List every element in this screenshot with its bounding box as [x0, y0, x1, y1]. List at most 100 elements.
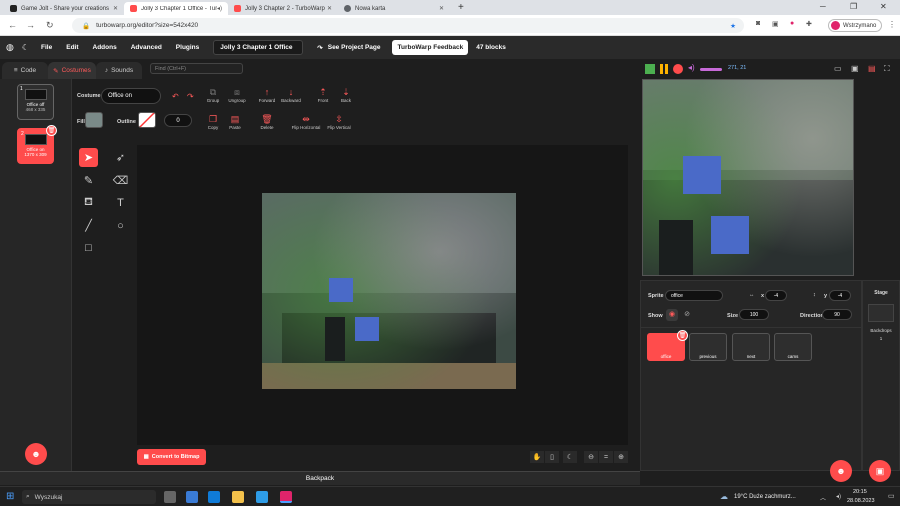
backward-button[interactable]: ↓ Backward — [276, 87, 306, 103]
forward-icon[interactable]: → — [26, 20, 35, 30]
puzzle-icon[interactable]: ✚ — [806, 20, 812, 28]
stage-thumbnail[interactable] — [868, 304, 894, 322]
flip-vertical-button[interactable]: ⇳ Flip Vertical — [321, 114, 357, 130]
direction-input[interactable]: 90 — [822, 309, 852, 320]
reload-icon[interactable]: ↻ — [46, 20, 54, 31]
maximize-button[interactable]: ❐ — [850, 2, 857, 11]
menu-plugins[interactable]: Plugins — [176, 44, 199, 51]
sprite-name-input[interactable]: office — [665, 290, 723, 301]
zoom-reset-button[interactable]: = — [599, 451, 613, 463]
browser-tab-jolly-office[interactable]: Jolly 3 Chapter 1 Office - Tur ◂) — [124, 2, 228, 15]
menu-file[interactable]: File — [41, 44, 52, 51]
redo-icon[interactable]: ↷ — [187, 92, 194, 101]
camera-icon[interactable]: ◙ — [756, 20, 760, 27]
back-button[interactable]: ⇣ Back — [331, 87, 361, 103]
notifications-icon[interactable]: ▭ — [888, 492, 895, 500]
theme-moon-icon[interactable]: ☾ — [22, 43, 29, 52]
pause-icon[interactable] — [660, 64, 668, 74]
convert-to-bitmap-button[interactable]: ▦ Convert to Bitmap — [137, 449, 206, 465]
circle-tool[interactable]: ○ — [111, 216, 130, 235]
extension-icon[interactable]: ▣ — [772, 20, 779, 28]
close-icon[interactable]: ✕ — [113, 5, 118, 12]
browser-tab-jolly-chapter2[interactable]: Jolly 3 Chapter 2 - TurboWarp ✕ — [228, 2, 338, 15]
sprite-tile-office[interactable]: office 🗑 — [647, 330, 688, 361]
task-view-icon[interactable] — [164, 491, 176, 503]
reshape-tool[interactable]: ➶ — [111, 148, 130, 167]
window-stage-icon[interactable]: ▤ — [868, 64, 876, 73]
text-tool[interactable]: T — [111, 193, 130, 212]
x-input[interactable]: -4 — [765, 290, 787, 301]
small-stage-icon[interactable]: ▭ — [834, 64, 842, 73]
file-explorer-icon[interactable] — [232, 491, 244, 503]
ungroup-button[interactable]: ⧈ Ungroup — [222, 87, 252, 103]
select-tool[interactable]: ➤ — [79, 148, 98, 167]
project-title-input[interactable]: Jolly 3 Chapter 1 Office — [213, 40, 304, 55]
backpack-bar[interactable]: Backpack — [0, 471, 640, 485]
fullscreen-icon[interactable]: ⛶ — [884, 64, 890, 74]
zoom-out-button[interactable]: ⊖ — [584, 451, 598, 463]
stop-icon[interactable] — [673, 64, 683, 74]
feedback-button[interactable]: TurboWarp Feedback — [392, 40, 469, 55]
fill-color-swatch[interactable] — [85, 112, 103, 128]
profile-button[interactable]: Wstrzymano — [828, 19, 883, 32]
large-stage-icon[interactable]: ▣ — [851, 64, 859, 73]
new-tab-button[interactable]: + — [458, 2, 464, 13]
menu-dots-icon[interactable]: ⋮ — [888, 20, 896, 29]
find-input[interactable]: Find (Ctrl+F) — [150, 63, 243, 74]
choose-backdrop-button[interactable]: ▣ — [869, 460, 891, 482]
choose-sprite-button[interactable]: ☻ — [830, 460, 852, 482]
size-input[interactable]: 100 — [739, 309, 769, 320]
line-tool[interactable]: ╱ — [79, 216, 98, 235]
url-input[interactable]: 🔒 turbowarp.org/editor?size=542x420 ★ — [72, 18, 744, 33]
stage-canvas[interactable] — [642, 79, 854, 276]
rectangle-tool[interactable]: □ — [79, 238, 98, 257]
volume-slider[interactable] — [700, 68, 722, 71]
menu-advanced[interactable]: Advanced — [131, 44, 162, 51]
windows-start-icon[interactable]: ⊞ — [6, 491, 14, 502]
clock-time[interactable]: 20:15 — [853, 489, 867, 495]
audio-icon[interactable]: ◂) — [217, 5, 222, 12]
fill-tool[interactable]: ⛾ — [79, 193, 98, 212]
costume-item-office-on[interactable]: 2 Office on 1370 x 309 🗑 — [17, 125, 57, 164]
clock-date[interactable]: 28.08.2023 — [847, 498, 875, 504]
browser-tab-gamejolt[interactable]: Game Jolt - Share your creations ✕ — [4, 2, 124, 15]
tray-chevron-icon[interactable]: ︿ — [820, 493, 826, 502]
widgets-icon[interactable] — [186, 491, 198, 503]
volume-icon[interactable]: ◂) — [688, 63, 695, 72]
minimize-button[interactable]: ─ — [820, 2, 826, 11]
y-input[interactable]: -4 — [829, 290, 851, 301]
extension-red-icon[interactable]: ● — [790, 20, 794, 27]
green-flag-icon[interactable] — [645, 64, 655, 74]
delete-costume-button[interactable]: 🗑 — [46, 125, 57, 136]
undo-icon[interactable]: ↶ — [172, 92, 179, 101]
show-eye-icon[interactable]: ◉ — [666, 309, 678, 321]
delete-sprite-button[interactable]: 🗑 — [677, 330, 688, 341]
mail-icon[interactable] — [256, 491, 268, 503]
sprite-tile-previous[interactable]: previous — [689, 333, 727, 361]
back-icon[interactable]: ← — [8, 20, 17, 30]
menu-addons[interactable]: Addons — [93, 44, 117, 51]
bookmark-star-icon[interactable]: ★ — [730, 22, 736, 30]
costume-name-input[interactable]: Office on — [101, 88, 161, 104]
delete-button[interactable]: 🗑 Delete — [252, 114, 282, 130]
fullscreen-canvas-button[interactable]: ✋ — [530, 451, 544, 463]
paint-canvas[interactable] — [137, 145, 628, 445]
brush-tool[interactable]: ✎ — [79, 171, 98, 190]
costume-item-office-off[interactable]: 1 Office off 468 x 335 — [17, 84, 54, 120]
choose-costume-button[interactable]: ☻ — [25, 443, 47, 465]
zoom-in-button[interactable]: ⊕ — [614, 451, 628, 463]
sprite-tile-next[interactable]: next — [732, 333, 770, 361]
paste-button[interactable]: ▤ Paste — [220, 114, 250, 130]
dark-canvas-button[interactable]: ☾ — [563, 451, 577, 463]
language-globe-icon[interactable]: ◍ — [6, 42, 14, 53]
weather-text[interactable]: 19°C Duże zachmurz... — [734, 494, 796, 500]
tab-costumes[interactable]: ✎ Costumes — [48, 62, 96, 79]
tab-code[interactable]: ≡ Code — [2, 62, 48, 79]
outline-width-input[interactable]: 0 — [164, 114, 192, 127]
menu-edit[interactable]: Edit — [66, 44, 78, 51]
edge-icon[interactable] — [208, 491, 220, 503]
hide-eye-icon[interactable]: ⊘ — [681, 309, 693, 321]
chrome-icon[interactable] — [280, 491, 292, 503]
sprite-tile-cams[interactable]: cams — [774, 333, 812, 361]
pan-button[interactable]: ▯ — [545, 451, 559, 463]
